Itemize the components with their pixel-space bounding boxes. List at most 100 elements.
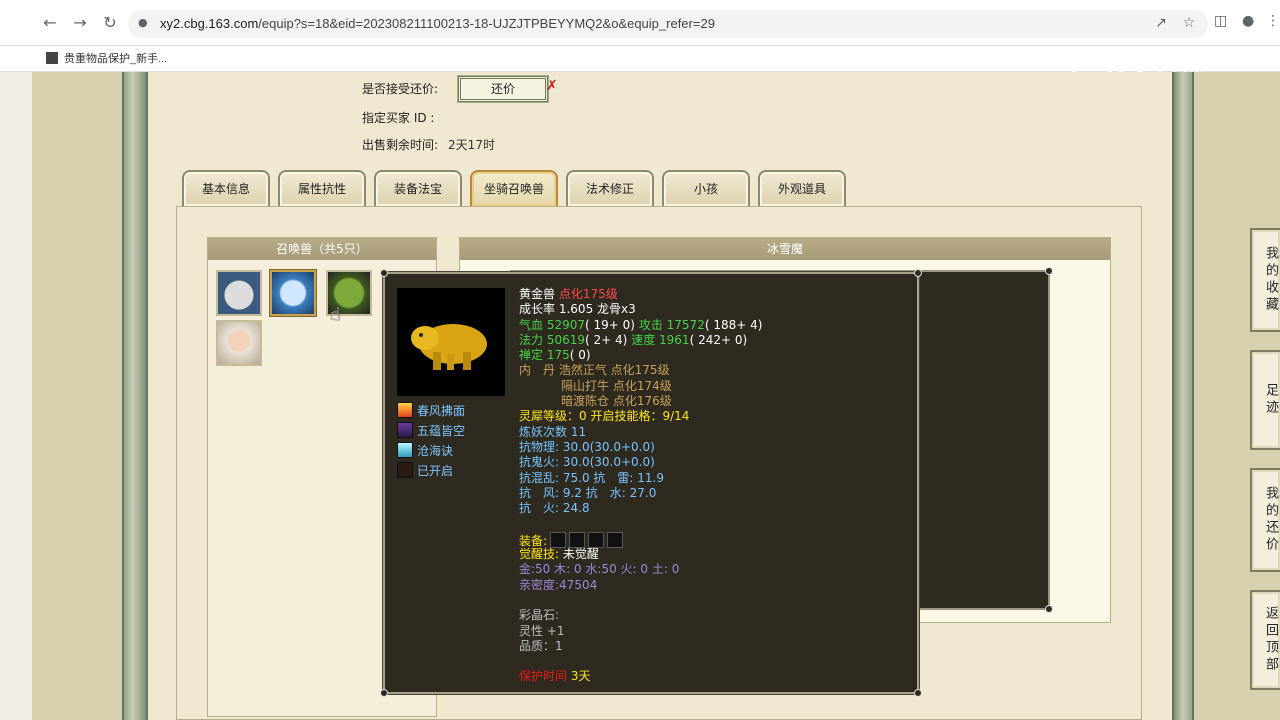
pet-detail-title: 冰雪魔: [460, 238, 1110, 260]
corner-ornament: [914, 689, 922, 697]
neidan-item: 隔山打牛 点化174级: [561, 378, 672, 393]
equip-armor-icon[interactable]: [588, 531, 605, 548]
corner-ornament: [1045, 605, 1053, 613]
speed-extra: ( 242+ 0): [689, 332, 748, 347]
menu-icon[interactable]: ⋮: [1266, 13, 1280, 29]
tab-basic-info[interactable]: 基本信息: [182, 170, 270, 206]
bookmark-item[interactable]: 贵重物品保护_新手...: [46, 50, 167, 66]
water-skill-icon: [397, 442, 413, 458]
awaken-value: 未觉醒: [562, 547, 599, 562]
awaken-label: 觉醒技:: [519, 547, 560, 562]
hp-label: 气血: [519, 317, 544, 332]
mp-extra: ( 2+ 4): [585, 332, 628, 347]
skill-label: 已开启: [417, 464, 454, 478]
corner-ornament: [380, 689, 388, 697]
spirit-value: 灵性 +1: [519, 623, 565, 638]
mp-value: 50619: [546, 332, 586, 347]
growth-extra: 龙骨x3: [597, 302, 636, 317]
star-icon[interactable]: ☆: [1180, 15, 1198, 31]
hp-value: 52907: [546, 317, 586, 332]
time-left-row: 出售剩余时间: 2天17时: [362, 136, 495, 153]
mouse-cursor-icon: ☝: [330, 304, 341, 325]
crystal-label: 彩晶石:: [519, 608, 560, 623]
corner-ornament: [380, 269, 388, 277]
buyer-id-row: 指定买家 ID :: [362, 109, 434, 126]
skill-item[interactable]: 已开启: [397, 462, 465, 482]
url-text[interactable]: xy2.cbg.163.com/equip?s=18&eid=202308211…: [160, 16, 715, 31]
forward-icon[interactable]: →: [70, 13, 90, 33]
pet-level: 点化175级: [558, 287, 618, 301]
speed-label: 速度: [631, 332, 656, 347]
atk-label: 攻击: [638, 317, 663, 332]
sidebar-icon[interactable]: ◫: [1214, 13, 1227, 29]
tab-equipment[interactable]: 装备法宝: [374, 170, 462, 206]
pet-skill-list: 春风拂面 五蕴皆空 沧海诀 已开启: [397, 402, 465, 482]
accept-counter-label: 是否接受还价:: [362, 82, 439, 96]
skill-item[interactable]: 沧海诀: [397, 442, 465, 462]
my-counter-offers-button[interactable]: 我的还价: [1250, 468, 1280, 572]
focus-value: 175: [546, 348, 570, 363]
speed-value: 1961: [659, 332, 690, 347]
equip-label: 装备:: [519, 533, 548, 548]
page-left-margin: [0, 72, 32, 720]
growth-value: 1.605: [558, 302, 594, 317]
my-favorites-button[interactable]: 我的收藏: [1250, 228, 1280, 332]
back-icon[interactable]: ←: [40, 13, 60, 33]
tab-appearance[interactable]: 外观道具: [758, 170, 846, 206]
resist-line: 抗物理: 30.0(30.0+0.0): [519, 439, 655, 454]
hp-extra: ( 19+ 0): [585, 317, 635, 332]
pet-portrait: [397, 288, 505, 396]
profile-icon[interactable]: ●: [1242, 13, 1254, 29]
accept-counter-row: 是否接受还价:: [362, 80, 438, 97]
resist-line: 抗混乱: 75.0 抗 雷: 11.9: [519, 470, 664, 485]
bookmark-label: 贵重物品保护_新手...: [64, 53, 168, 65]
tab-spell-modifiers[interactable]: 法术修正: [566, 170, 654, 206]
tab-mounts-pets[interactable]: 坐骑召唤兽: [470, 170, 558, 206]
neidan-label: 内 丹: [519, 363, 556, 378]
protect-time-value: 3天: [570, 669, 591, 684]
right-frame-pillar: [1172, 72, 1194, 720]
neidan-item: 暗渡陈仓 点化176级: [561, 394, 672, 409]
growth-label: 成长率: [519, 302, 556, 317]
url-host: xy2.cbg.163.com: [160, 16, 259, 31]
intimacy: 亲密度:47504: [519, 577, 598, 592]
atk-extra: ( 188+ 4): [704, 317, 763, 332]
left-frame-pillar: [122, 72, 148, 720]
skill-item[interactable]: 春风拂面: [397, 402, 465, 422]
protect-time-label: 保护时间: [519, 669, 568, 684]
five-elements: 金:50 木: 0 水:50 火: 0 土: 0: [519, 562, 680, 577]
pets-list-title: 召唤兽（共5只）: [208, 238, 436, 260]
pet-thumb-4[interactable]: [216, 320, 262, 366]
neidan-item: 浩然正气 点化175级: [558, 363, 670, 378]
empty-slot-icon: [397, 462, 413, 478]
skill-item[interactable]: 五蕴皆空: [397, 422, 465, 442]
corner-ornament: [1045, 267, 1053, 275]
lingxi-level: 灵犀等级：0 开启技能格：9/14: [519, 409, 690, 424]
focus-label: 禅定: [519, 348, 544, 363]
counter-offer-button[interactable]: 还价: [458, 76, 548, 102]
url-path: /equip?s=18&eid=202308211100213-18-UJZJT…: [258, 16, 715, 31]
equip-charm-icon[interactable]: [607, 531, 624, 548]
pet-thumb-1[interactable]: [216, 270, 262, 316]
time-left-value: 2天17时: [448, 138, 495, 152]
resist-line: 抗 火: 24.8: [519, 501, 590, 516]
atk-value: 17572: [666, 317, 705, 332]
resist-line: 抗鬼火: 30.0(30.0+0.0): [519, 455, 655, 470]
resist-line: 抗 风: 9.2 抗 水: 27.0: [519, 485, 657, 500]
tab-attributes[interactable]: 属性抗性: [278, 170, 366, 206]
focus-extra: ( 0): [569, 348, 591, 363]
skill-label: 春风拂面: [417, 404, 466, 418]
equip-ring-icon[interactable]: [550, 531, 567, 548]
footprints-button[interactable]: 足迹: [1250, 350, 1280, 450]
pet-stats: 黄金兽 点化175级 成长率 1.605 龙骨x3 气血 52907( 19+ …: [519, 287, 909, 685]
reload-icon[interactable]: ↻: [100, 13, 120, 33]
corner-ornament: [914, 269, 922, 277]
share-icon[interactable]: ↗: [1152, 15, 1170, 31]
equip-weapon-icon[interactable]: [569, 531, 586, 548]
tab-child[interactable]: 小孩: [662, 170, 750, 206]
address-bar[interactable]: ● xy2.cbg.163.com/equip?s=18&eid=2023082…: [128, 10, 1208, 38]
pet-thumb-2[interactable]: [270, 270, 316, 316]
back-to-top-button[interactable]: 返回顶部: [1250, 590, 1280, 690]
mp-label: 法力: [519, 332, 544, 347]
time-left-label: 出售剩余时间:: [362, 138, 439, 152]
